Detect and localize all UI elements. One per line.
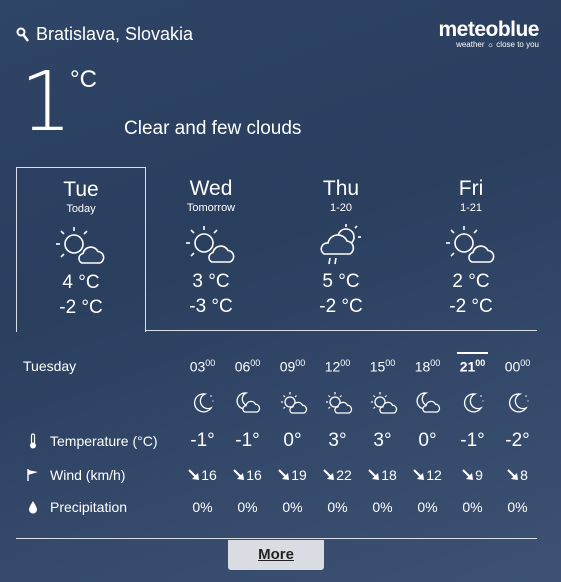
hour-label: 0300 [189, 357, 216, 375]
current-temperature: 1 [20, 55, 73, 150]
brand-tagline: weather ☼ close to you [456, 40, 539, 49]
day-sub: Tomorrow [186, 202, 236, 214]
hour-temperature: 0° [418, 430, 437, 451]
hour-precipitation: 0% [462, 499, 483, 515]
hour-label: 1500 [369, 357, 396, 375]
wind-flag-icon [16, 468, 50, 482]
hour-wind: 22 [315, 467, 360, 483]
day-tab-thu[interactable]: Thu 1-20 5 °C -2 °C [276, 167, 406, 331]
current-unit: °C [70, 66, 97, 93]
hour-label: 1200 [324, 357, 351, 375]
hour-label: 1800 [414, 357, 441, 375]
drop-icon [16, 500, 50, 514]
day-tab-fri[interactable]: Fri 1-21 2 °C -2 °C [406, 167, 536, 331]
hour-precipitation: 0% [237, 499, 258, 515]
day-name: Wed [189, 177, 233, 200]
hour-label: 2100 [450, 351, 495, 374]
hour-temperature: -1° [460, 430, 485, 451]
wind-arrow-icon [188, 469, 200, 480]
day-min: -3 °C [189, 296, 233, 317]
current-description: Clear and few clouds [124, 118, 302, 139]
day-sub: 1-21 [459, 202, 483, 214]
hour-temperature: 3° [328, 430, 347, 451]
day-name: Fri [458, 177, 484, 200]
day-max: 5 °C [322, 271, 360, 292]
search-icon [16, 27, 29, 42]
hour-wind: 16 [180, 467, 225, 483]
day-max: 2 °C [452, 271, 490, 292]
wind-arrow-icon [233, 469, 245, 480]
moon-icon [495, 391, 540, 415]
daily-forecast: Tue Today 4 °C -2 °C Wed Tomorrow 3 °C -… [16, 167, 537, 332]
day-sub: 1-20 [329, 202, 353, 214]
hourly-day-label: Tuesday [23, 358, 77, 374]
hour-label: 0900 [279, 357, 306, 375]
wind-arrow-icon [278, 469, 290, 480]
moon-icon [450, 391, 495, 415]
hour-precipitation: 0% [192, 499, 213, 515]
precipitation-label: Precipitation [50, 499, 128, 515]
wind-arrow-icon [323, 469, 335, 480]
sun-cloud-rain-icon [276, 222, 406, 268]
hour-label: 0600 [234, 357, 261, 375]
hour-precipitation: 0% [507, 499, 528, 515]
hourly-header: Tuesday 0300 0600 0900 1200 1500 1800 2100 0000 [16, 351, 537, 376]
wind-arrow-icon [368, 469, 380, 480]
hour-wind: 8 [495, 467, 540, 483]
hourly-icons [16, 390, 537, 416]
brand-logo[interactable]: meteoblue weather ☼ close to you [438, 18, 539, 50]
day-sub: Today [66, 203, 96, 215]
moon-icon [180, 391, 225, 415]
more-button[interactable]: More [228, 540, 324, 570]
day-name: Tue [63, 178, 99, 201]
day-name: Thu [322, 177, 360, 200]
divider [16, 538, 537, 539]
wind-row: Wind (km/h) 16 16 19 22 18 12 9 8 [16, 465, 537, 485]
hour-temperature: 0° [283, 430, 302, 451]
hour-precipitation: 0% [282, 499, 303, 515]
day-min: -2 °C [319, 296, 363, 317]
sun-cloud-icon [360, 391, 405, 415]
hour-wind: 18 [360, 467, 405, 483]
hour-temperature: -1° [235, 430, 260, 451]
hour-wind: 9 [450, 467, 495, 483]
wind-arrow-icon [462, 469, 474, 480]
hour-temperature: -1° [190, 430, 215, 451]
temperature-row: Temperature (°C) -1° -1° 0° 3° 3° 0° -1° -2° [16, 430, 537, 452]
wind-arrow-icon [413, 469, 425, 480]
hour-precipitation: 0% [417, 499, 438, 515]
hour-precipitation: 0% [372, 499, 393, 515]
moon-cloud-icon [405, 391, 450, 415]
hour-label: 0000 [504, 357, 531, 375]
day-tab-tue[interactable]: Tue Today 4 °C -2 °C [16, 167, 146, 332]
day-max: 3 °C [192, 271, 230, 292]
hour-wind: 12 [405, 467, 450, 483]
brand-name: meteoblue [438, 18, 539, 41]
wind-label: Wind (km/h) [50, 467, 126, 483]
moon-cloud-icon [225, 391, 270, 415]
temperature-label: Temperature (°C) [50, 433, 158, 449]
hour-wind: 16 [225, 467, 270, 483]
sun-cloud-icon [270, 391, 315, 415]
hour-temperature: -2° [505, 430, 530, 451]
hour-temperature: 3° [373, 430, 392, 451]
sun-cloud-icon [146, 222, 276, 268]
location-name: Bratislava, Slovakia [36, 24, 194, 44]
wind-arrow-icon [507, 469, 519, 480]
day-min: -2 °C [449, 296, 493, 317]
hour-precipitation: 0% [327, 499, 348, 515]
location[interactable]: Bratislava, Slovakia [16, 24, 193, 45]
sun-cloud-icon [315, 391, 360, 415]
precipitation-row: Precipitation 0% 0% 0% 0% 0% 0% 0% 0% [16, 497, 537, 517]
day-max: 4 °C [62, 272, 100, 293]
day-tab-wed[interactable]: Wed Tomorrow 3 °C -3 °C [146, 167, 276, 331]
hour-wind: 19 [270, 467, 315, 483]
sun-cloud-icon [17, 223, 145, 269]
sun-cloud-icon [406, 222, 536, 268]
thermometer-icon [16, 433, 50, 449]
day-min: -2 °C [59, 297, 103, 318]
